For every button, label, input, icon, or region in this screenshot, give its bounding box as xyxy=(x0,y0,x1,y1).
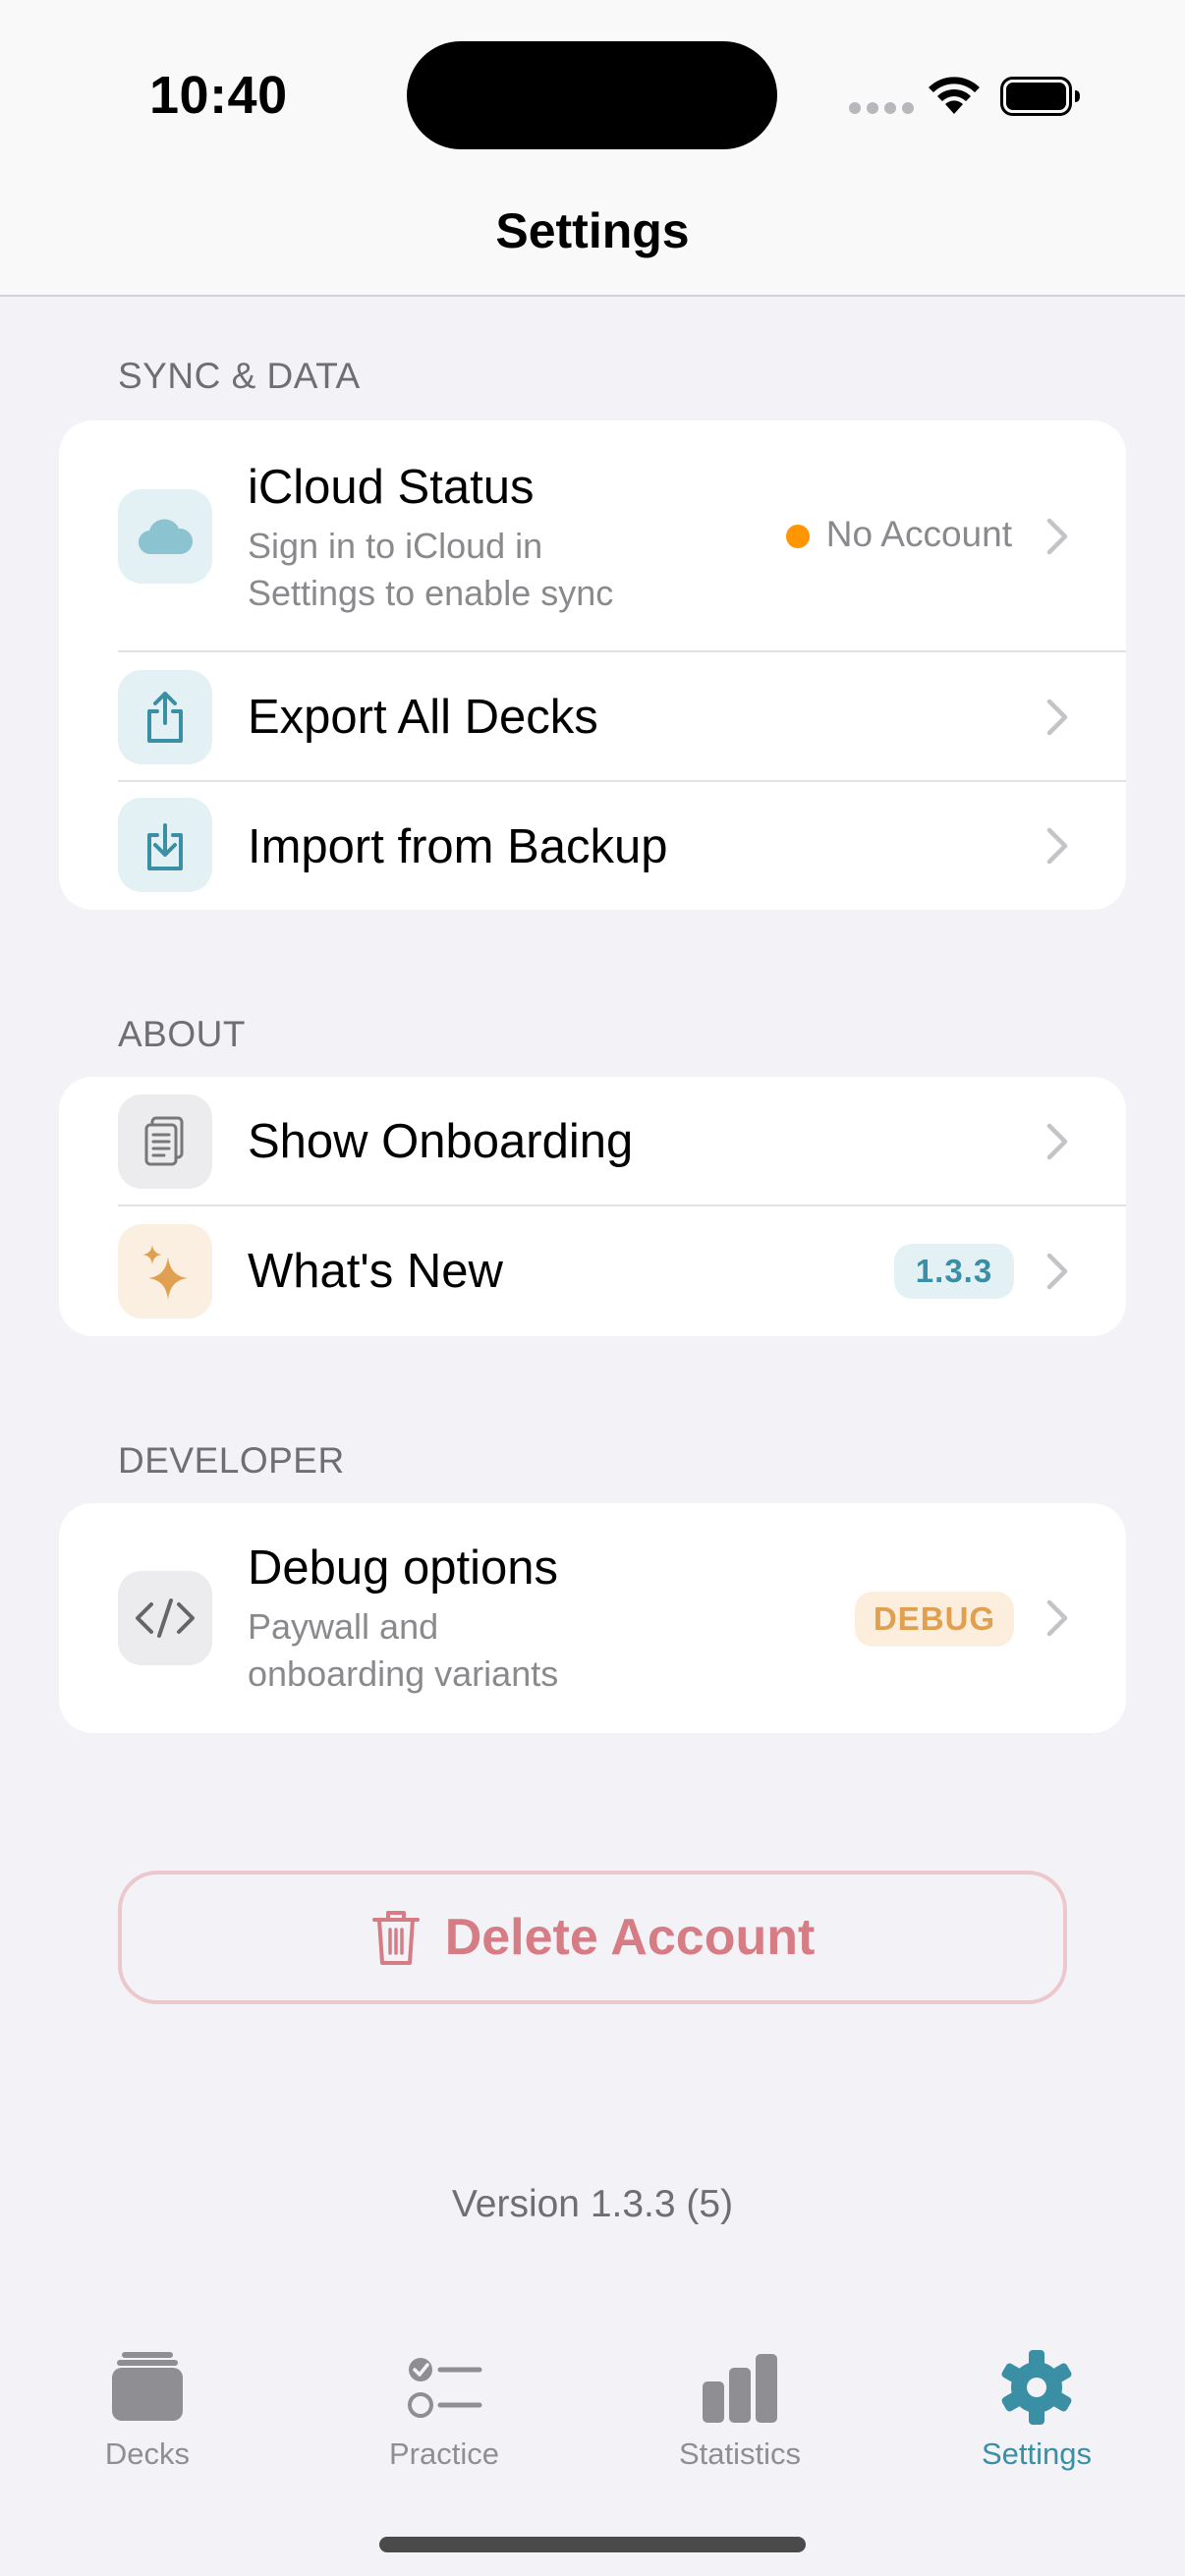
debug-icon-box xyxy=(118,1571,212,1665)
icloud-status-title: iCloud Status xyxy=(248,461,535,514)
gear-icon xyxy=(1001,2350,1072,2425)
version-badge: 1.3.3 xyxy=(894,1244,1014,1299)
sync-data-card: iCloud Status Sign in to iCloud in Setti… xyxy=(59,420,1126,910)
chevron-right-icon xyxy=(1046,518,1068,555)
about-card: Show Onboarding What's New 1.3.3 xyxy=(59,1077,1126,1336)
chevron-right-icon xyxy=(1046,1123,1068,1160)
debug-options-title: Debug options xyxy=(248,1541,559,1595)
section-header-developer: DEVELOPER xyxy=(118,1440,345,1481)
icloud-status-subtitle-2: Settings to enable sync xyxy=(248,573,614,613)
export-icon-box xyxy=(118,670,212,764)
onboarding-icon-box xyxy=(118,1094,212,1189)
import-icon xyxy=(147,823,183,870)
wifi-icon xyxy=(929,77,980,114)
tab-statistics[interactable]: Statistics xyxy=(592,2315,887,2492)
page-title: Settings xyxy=(495,203,690,258)
navigation-header: 10:40 Settings xyxy=(0,0,1185,297)
home-indicator[interactable] xyxy=(379,2537,806,2552)
document-icon xyxy=(144,1116,184,1166)
debug-options-subtitle-1: Paywall and xyxy=(248,1606,439,1647)
cloud-icon-box xyxy=(118,489,212,584)
delete-account-button[interactable]: Delete Account xyxy=(118,1871,1067,2004)
tab-label-decks: Decks xyxy=(104,2436,191,2471)
import-backup-row[interactable]: Import from Backup xyxy=(59,782,1126,910)
code-icon xyxy=(136,1598,195,1638)
show-onboarding-title: Show Onboarding xyxy=(248,1115,634,1168)
debug-options-row[interactable]: Debug options Paywall and onboarding var… xyxy=(59,1503,1126,1733)
tab-decks[interactable]: Decks xyxy=(0,2315,295,2492)
status-time: 10:40 xyxy=(149,66,288,125)
section-header-about: ABOUT xyxy=(118,1014,246,1054)
section-header-sync: SYNC & DATA xyxy=(118,356,361,396)
icloud-status-value: No Account xyxy=(825,514,1012,554)
cards-icon xyxy=(112,2352,183,2421)
chevron-right-icon xyxy=(1046,1599,1068,1637)
delete-account-label: Delete Account xyxy=(444,1909,816,1966)
checklist-icon xyxy=(408,2358,482,2418)
whats-new-icon-box xyxy=(118,1224,212,1318)
whats-new-row[interactable]: What's New 1.3.3 xyxy=(59,1206,1126,1336)
chevron-right-icon xyxy=(1046,1253,1068,1290)
debug-options-subtitle-2: onboarding variants xyxy=(248,1653,559,1694)
debug-badge: DEBUG xyxy=(855,1592,1014,1647)
icloud-status-subtitle-1: Sign in to iCloud in xyxy=(248,526,543,566)
cellular-signal-icon xyxy=(849,102,914,114)
battery-icon xyxy=(1000,77,1080,116)
chevron-right-icon xyxy=(1046,827,1068,865)
show-onboarding-row[interactable]: Show Onboarding xyxy=(59,1077,1126,1206)
tab-label-statistics: Statistics xyxy=(678,2436,802,2471)
status-dot xyxy=(786,525,810,548)
icloud-status-row[interactable]: iCloud Status Sign in to iCloud in Setti… xyxy=(59,420,1126,652)
tab-label-practice: Practice xyxy=(389,2436,499,2471)
import-backup-title: Import from Backup xyxy=(248,820,668,873)
developer-card: Debug options Paywall and onboarding var… xyxy=(59,1503,1126,1733)
export-decks-title: Export All Decks xyxy=(248,691,598,744)
app-version: Version 1.3.3 (5) xyxy=(451,2183,734,2225)
sparkles-icon xyxy=(142,1245,188,1300)
bar-chart-icon xyxy=(703,2354,777,2423)
tab-practice[interactable]: Practice xyxy=(297,2315,592,2492)
export-decks-row[interactable]: Export All Decks xyxy=(59,652,1126,782)
cloud-icon xyxy=(139,519,193,555)
dynamic-island xyxy=(407,41,777,149)
chevron-right-icon xyxy=(1046,699,1068,736)
tab-label-settings: Settings xyxy=(981,2436,1092,2471)
tab-settings[interactable]: Settings xyxy=(889,2315,1184,2492)
trash-icon xyxy=(371,1911,420,1965)
import-icon-box xyxy=(118,798,212,892)
share-icon xyxy=(147,692,183,743)
whats-new-title: What's New xyxy=(248,1245,503,1298)
